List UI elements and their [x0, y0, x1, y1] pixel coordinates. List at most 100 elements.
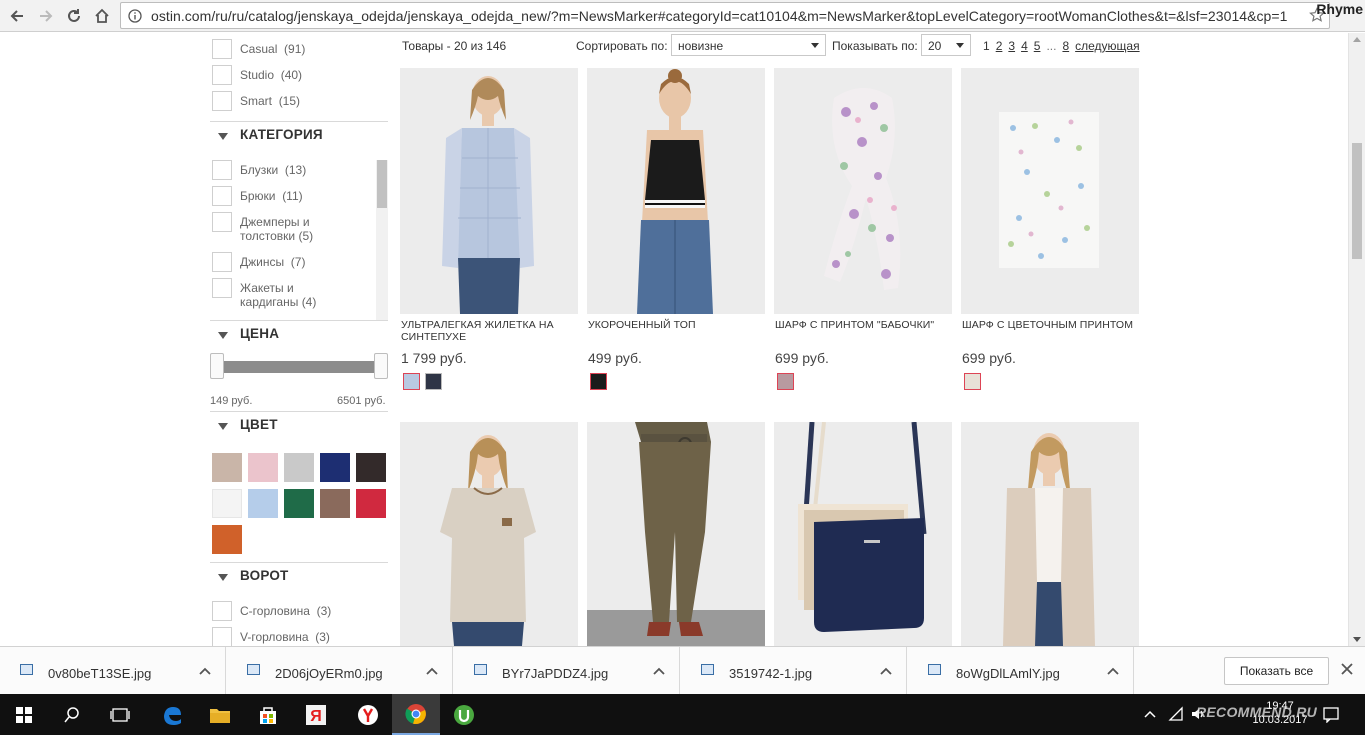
color-swatch[interactable] [284, 453, 314, 482]
product-name[interactable]: ШАРФ С ЦВЕТОЧНЫМ ПРИНТОМ [962, 319, 1138, 331]
close-icon[interactable] [1340, 662, 1354, 676]
color-option[interactable] [964, 373, 981, 390]
filter-collar-item[interactable]: С-горловина (3) [212, 601, 331, 621]
page-size-select[interactable]: 20 [921, 34, 971, 56]
checkbox[interactable] [212, 65, 232, 85]
category-section-header[interactable]: КАТЕГОРИЯ [210, 121, 388, 149]
store-icon[interactable] [244, 694, 292, 735]
product-photo[interactable] [961, 422, 1139, 646]
color-swatch[interactable] [212, 525, 242, 554]
product-name[interactable]: УЛЬТРАЛЕГКАЯ ЖИЛЕТКА НА СИНТЕПУХЕ [401, 319, 577, 343]
price-slider-max-handle[interactable] [374, 353, 388, 379]
checkbox[interactable] [212, 278, 232, 298]
download-filename[interactable]: 2D06jOyERm0.jpg [275, 666, 383, 681]
checkbox[interactable] [212, 160, 232, 180]
show-all-downloads-button[interactable]: Показать все [1224, 657, 1329, 685]
filter-category-item[interactable]: Жакеты и кардиганы (4) [212, 278, 330, 309]
file-explorer-icon[interactable] [196, 694, 244, 735]
checkbox[interactable] [212, 601, 232, 621]
color-swatch[interactable] [284, 489, 314, 518]
filter-category-item[interactable]: Блузки (13) [212, 160, 306, 180]
forward-icon[interactable] [34, 4, 58, 28]
address-bar[interactable]: ostin.com/ru/ru/catalog/jenskaya_odejda/… [120, 2, 1330, 29]
home-icon[interactable] [90, 4, 114, 28]
info-icon[interactable] [128, 9, 142, 28]
color-option[interactable] [777, 373, 794, 390]
profile-name[interactable]: Rhyme [1316, 1, 1363, 17]
search-icon[interactable] [48, 694, 96, 735]
color-swatch[interactable] [212, 489, 242, 518]
product-name[interactable]: УКОРОЧЕННЫЙ ТОП [588, 319, 764, 331]
checkbox[interactable] [212, 91, 232, 111]
wifi-icon[interactable] [1168, 706, 1184, 722]
filter-category-item[interactable]: Джемперы и толстовки (5) [212, 212, 330, 243]
sort-select[interactable]: новизне [671, 34, 826, 56]
category-scrollbar-thumb[interactable] [377, 160, 387, 208]
url-text[interactable]: ostin.com/ru/ru/catalog/jenskaya_odejda/… [151, 8, 1287, 24]
download-filename[interactable]: 0v80beT13SE.jpg [48, 666, 151, 681]
page-scrollbar[interactable] [1348, 33, 1365, 646]
color-swatch[interactable] [320, 489, 350, 518]
download-filename[interactable]: 3519742-1.jpg [729, 666, 812, 681]
collapse-triangle-icon[interactable] [218, 574, 228, 581]
filter-style-smart[interactable]: Smart (15) [212, 91, 300, 111]
reload-icon[interactable] [62, 4, 86, 28]
yandex-icon[interactable]: Я [292, 694, 340, 735]
chevron-up-icon[interactable] [426, 666, 438, 676]
notifications-icon[interactable] [1322, 705, 1340, 723]
task-view-icon[interactable] [96, 694, 144, 735]
back-icon[interactable] [5, 4, 29, 28]
page-link[interactable]: 2 [996, 39, 1003, 53]
utorrent-icon[interactable] [440, 694, 488, 735]
color-swatch[interactable] [356, 489, 386, 518]
page-link[interactable]: 4 [1021, 39, 1028, 53]
filter-collar-item[interactable]: V-горловина (3) [212, 627, 330, 646]
price-slider-track[interactable] [218, 361, 384, 373]
scrollbar-thumb[interactable] [1352, 143, 1362, 259]
chevron-up-icon[interactable] [1107, 666, 1119, 676]
chevron-up-icon[interactable] [199, 666, 211, 676]
color-option[interactable] [403, 373, 420, 390]
download-filename[interactable]: BYr7JaPDDZ4.jpg [502, 666, 608, 681]
category-scrollbar[interactable] [376, 160, 388, 320]
download-item[interactable]: 3519742-1.jpg [681, 647, 907, 695]
checkbox[interactable] [212, 212, 232, 232]
filter-style-studio[interactable]: Studio (40) [212, 65, 302, 85]
yandex-browser-icon[interactable] [344, 694, 392, 735]
download-item[interactable]: BYr7JaPDDZ4.jpg [454, 647, 680, 695]
price-section-header[interactable]: ЦЕНА [210, 320, 388, 348]
color-swatch[interactable] [212, 453, 242, 482]
color-option[interactable] [590, 373, 607, 390]
filter-category-item[interactable]: Брюки (11) [212, 186, 303, 206]
windows-start-icon[interactable] [0, 694, 48, 735]
edge-browser-icon[interactable] [148, 694, 196, 735]
product-photo[interactable] [400, 68, 578, 314]
color-swatch[interactable] [356, 453, 386, 482]
checkbox[interactable] [212, 627, 232, 646]
chevron-up-icon[interactable] [653, 666, 665, 676]
scroll-down-icon[interactable] [1353, 637, 1361, 642]
product-photo[interactable] [400, 422, 578, 646]
filter-category-item[interactable]: Джинсы (7) [212, 252, 305, 272]
collapse-triangle-icon[interactable] [218, 423, 228, 430]
download-item[interactable]: 0v80beT13SE.jpg [0, 647, 226, 695]
product-photo[interactable] [961, 68, 1139, 314]
collapse-triangle-icon[interactable] [218, 332, 228, 339]
product-name[interactable]: ШАРФ С ПРИНТОМ "БАБОЧКИ" [775, 319, 951, 331]
product-photo[interactable] [774, 422, 952, 646]
color-swatch[interactable] [248, 489, 278, 518]
scroll-up-icon[interactable] [1353, 37, 1361, 42]
color-swatch[interactable] [320, 453, 350, 482]
page-link[interactable]: 8 [1062, 39, 1069, 53]
checkbox[interactable] [212, 39, 232, 59]
product-photo[interactable] [587, 68, 765, 314]
product-photo[interactable] [774, 68, 952, 314]
download-filename[interactable]: 8oWgDlLAmlY.jpg [956, 666, 1060, 681]
filter-style-casual[interactable]: Casual (91) [212, 39, 305, 59]
color-swatch[interactable] [248, 453, 278, 482]
page-link[interactable]: 1 [983, 39, 990, 53]
page-link[interactable]: 5 [1034, 39, 1041, 53]
tray-chevron-icon[interactable] [1143, 709, 1157, 719]
page-link[interactable]: 3 [1008, 39, 1015, 53]
chrome-icon[interactable] [392, 694, 440, 735]
